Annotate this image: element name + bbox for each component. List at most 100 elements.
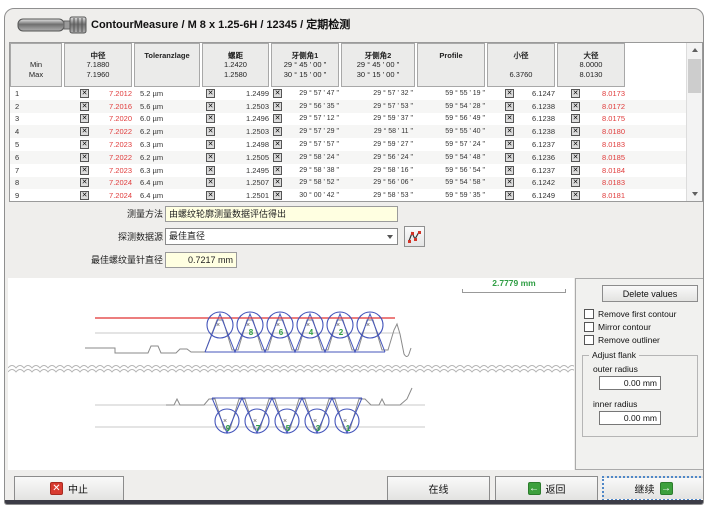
value-checkbox[interactable]: ✕: [80, 166, 89, 175]
scroll-down-button[interactable]: [687, 187, 702, 201]
wire-diameter-label: 最佳螺纹量针直径: [7, 252, 163, 268]
probe-source-dropdown[interactable]: 最佳直径: [165, 228, 398, 245]
svg-text:5: 5: [286, 424, 291, 433]
value-checkbox[interactable]: ✕: [571, 114, 580, 123]
value-checkbox[interactable]: ✕: [505, 127, 514, 136]
value-checkbox[interactable]: ✕: [206, 191, 215, 200]
table-cell: 6.2 µm: [134, 151, 202, 164]
cell-value: 3: [15, 114, 64, 123]
scroll-thumb[interactable]: [688, 59, 701, 93]
table-row[interactable]: 1✕7.20125.2 µm✕1.2499✕29 ° 57 ' 47 "29 °…: [10, 87, 686, 100]
online-button[interactable]: 在线: [387, 476, 490, 501]
value-checkbox[interactable]: ✕: [273, 89, 282, 98]
value-checkbox[interactable]: ✕: [273, 153, 282, 162]
value-checkbox[interactable]: ✕: [206, 102, 215, 111]
cell-value: 7.2023: [89, 140, 134, 149]
table-row[interactable]: 2✕7.20165.6 µm✕1.2503✕29 ° 56 ' 35 "29 °…: [10, 100, 686, 113]
value-checkbox[interactable]: ✕: [571, 89, 580, 98]
table-cell: ✕8.0173: [557, 87, 627, 100]
checkbox-box[interactable]: [584, 309, 594, 319]
table-row[interactable]: 6✕7.20226.2 µm✕1.2505✕29 ° 58 ' 24 "29 °…: [10, 151, 686, 164]
cell-value: 6.4 µm: [140, 191, 202, 200]
value-checkbox[interactable]: ✕: [273, 102, 282, 111]
value-checkbox[interactable]: ✕: [206, 140, 215, 149]
cell-value: 59 ° 54 ' 28 ": [417, 103, 487, 110]
value-checkbox[interactable]: ✕: [571, 166, 580, 175]
table-cell: ✕7.2012: [64, 87, 134, 100]
continue-button[interactable]: 继续 →: [602, 476, 704, 501]
value-checkbox[interactable]: ✕: [571, 191, 580, 200]
value-checkbox[interactable]: ✕: [505, 191, 514, 200]
value-checkbox[interactable]: ✕: [273, 140, 282, 149]
value-checkbox[interactable]: ✕: [505, 178, 514, 187]
value-checkbox[interactable]: ✕: [273, 114, 282, 123]
value-checkbox[interactable]: ✕: [80, 114, 89, 123]
value-checkbox[interactable]: ✕: [505, 102, 514, 111]
value-checkbox[interactable]: ✕: [273, 178, 282, 187]
svg-text:2: 2: [339, 328, 344, 337]
cell-value: 1.2503: [215, 102, 271, 111]
probe-source-label: 探测数据源: [7, 229, 163, 245]
value-checkbox[interactable]: ✕: [505, 140, 514, 149]
value-checkbox[interactable]: ✕: [80, 140, 89, 149]
cell-value: 8: [15, 178, 64, 187]
value-checkbox[interactable]: ✕: [571, 102, 580, 111]
outer-radius-input[interactable]: 0.00 mm: [599, 376, 661, 390]
checkbox-box[interactable]: [584, 335, 594, 345]
probe-points-button[interactable]: [404, 226, 425, 247]
back-button[interactable]: ← 返回: [495, 476, 598, 501]
cell-value: 8.0172: [580, 102, 627, 111]
contour-plot-canvas: ××8×6×4×2× ×9×7×5×3×1: [8, 278, 574, 470]
value-checkbox[interactable]: ✕: [80, 191, 89, 200]
value-checkbox[interactable]: ✕: [206, 127, 215, 136]
measure-method-field[interactable]: 由螺纹轮廓测量数据评估得出: [165, 206, 398, 222]
value-checkbox[interactable]: ✕: [206, 178, 215, 187]
checkbox-mirror-contour[interactable]: Mirror contour: [584, 322, 651, 332]
value-checkbox[interactable]: ✕: [571, 153, 580, 162]
table-row[interactable]: 4✕7.20226.2 µm✕1.2503✕29 ° 57 ' 29 "29 °…: [10, 125, 686, 138]
value-checkbox[interactable]: ✕: [505, 166, 514, 175]
wire-diameter-field[interactable]: 0.7217 mm: [165, 252, 237, 268]
value-checkbox[interactable]: ✕: [80, 153, 89, 162]
value-checkbox[interactable]: ✕: [571, 140, 580, 149]
value-checkbox[interactable]: ✕: [273, 127, 282, 136]
value-checkbox[interactable]: ✕: [273, 191, 282, 200]
table-cell: ✕8.0183: [557, 138, 627, 151]
table-cell: 6.4 µm: [134, 177, 202, 190]
delete-values-button[interactable]: Delete values: [602, 285, 698, 302]
table-row[interactable]: 3✕7.20206.0 µm✕1.2496✕29 ° 57 ' 12 "29 °…: [10, 113, 686, 126]
table-cell: ✕6.1237: [487, 138, 557, 151]
table-scrollbar[interactable]: [686, 43, 702, 201]
cell-value: 59 ° 56 ' 54 ": [417, 167, 487, 174]
value-checkbox[interactable]: ✕: [80, 89, 89, 98]
value-checkbox[interactable]: ✕: [80, 178, 89, 187]
value-checkbox[interactable]: ✕: [206, 114, 215, 123]
value-checkbox[interactable]: ✕: [505, 89, 514, 98]
arrow-left-icon: ←: [528, 482, 541, 495]
table-row[interactable]: 5✕7.20236.3 µm✕1.2498✕29 ° 57 ' 57 "29 °…: [10, 138, 686, 151]
table-row[interactable]: 8✕7.20246.4 µm✕1.2507✕29 ° 58 ' 52 "29 °…: [10, 177, 686, 190]
value-checkbox[interactable]: ✕: [206, 166, 215, 175]
value-checkbox[interactable]: ✕: [206, 153, 215, 162]
table-row[interactable]: 9✕7.20246.4 µm✕1.2501✕30 ° 00 ' 42 "29 °…: [10, 189, 686, 201]
table-cell: 59 ° 56 ' 49 ": [417, 113, 487, 126]
value-checkbox[interactable]: ✕: [571, 178, 580, 187]
table-cell: ✕6.1238: [487, 125, 557, 138]
inner-radius-input[interactable]: 0.00 mm: [599, 411, 661, 425]
value-checkbox[interactable]: ✕: [505, 114, 514, 123]
value-checkbox[interactable]: ✕: [505, 153, 514, 162]
checkbox-remove-outliner[interactable]: Remove outliner: [584, 335, 660, 345]
svg-text:3: 3: [316, 424, 321, 433]
table-cell: ✕7.2022: [64, 125, 134, 138]
checkbox-remove-first-contour[interactable]: Remove first contour: [584, 309, 676, 319]
value-checkbox[interactable]: ✕: [273, 166, 282, 175]
scroll-up-button[interactable]: [687, 43, 702, 57]
abort-button[interactable]: ✕ 中止: [14, 476, 124, 501]
checkbox-box[interactable]: [584, 322, 594, 332]
value-checkbox[interactable]: ✕: [571, 127, 580, 136]
value-checkbox[interactable]: ✕: [206, 89, 215, 98]
table-row[interactable]: 7✕7.20236.3 µm✕1.2495✕29 ° 58 ' 38 "29 °…: [10, 164, 686, 177]
value-checkbox[interactable]: ✕: [80, 102, 89, 111]
cell-value: 6.1242: [514, 178, 557, 187]
value-checkbox[interactable]: ✕: [80, 127, 89, 136]
